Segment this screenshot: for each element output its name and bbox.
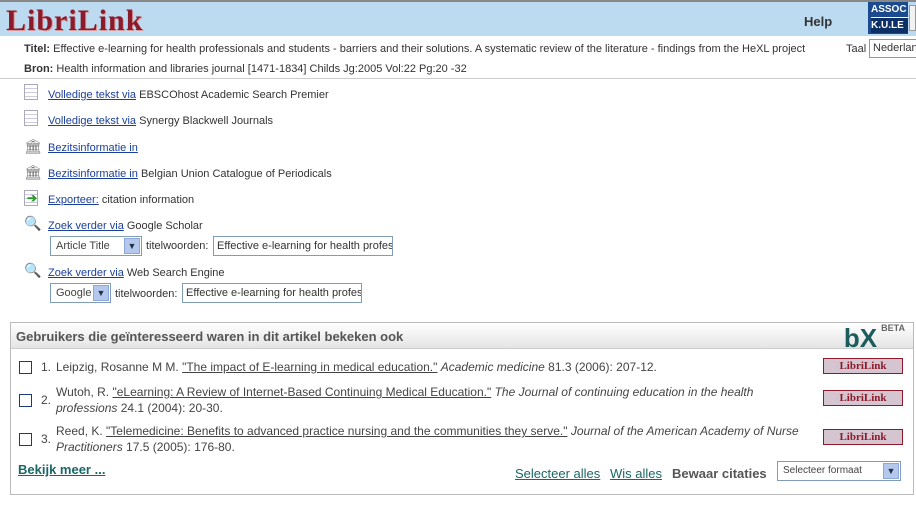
source-row: Bron: Health information and libraries j… <box>24 63 467 75</box>
engine-select-value: Google <box>56 287 92 299</box>
item-number: 2. <box>41 393 52 407</box>
citation-details: 24.1 (2004): 20-30. <box>120 401 223 415</box>
header-bar: LibriLink Help ASSOC K.U.LE <box>0 0 916 38</box>
divider <box>0 78 916 79</box>
search-link[interactable]: Zoek verder via <box>48 267 124 279</box>
holdings-belgian: Bezitsinformatie in Belgian Union Catalo… <box>48 168 332 180</box>
keywords-input[interactable]: Effective e-learning for health profes <box>182 283 362 303</box>
item-checkbox[interactable] <box>19 394 32 407</box>
keywords-label: titelwoorden: <box>115 288 178 300</box>
assoc-logo: ASSOC K.U.LE <box>868 2 908 34</box>
bx-logo-text: bX <box>843 323 878 353</box>
search-web-row: Zoek verder via Web Search Engine <box>48 267 225 279</box>
search-link[interactable]: Zoek verder via <box>48 220 124 232</box>
fulltext-link[interactable]: Volledige tekst via <box>48 115 136 127</box>
export-row: Exporteer: citation information <box>48 194 194 206</box>
chevron-down-icon: ▼ <box>93 285 109 301</box>
help-link[interactable]: Help <box>804 14 832 29</box>
holdings-link[interactable]: Bezitsinformatie in <box>48 142 138 154</box>
keywords-label: titelwoorden: <box>146 240 209 252</box>
document-icon <box>24 84 38 100</box>
author: Wutoh, R. <box>56 385 110 399</box>
field-select[interactable]: Article Title ▼ <box>50 236 142 256</box>
field-select-value: Article Title <box>56 240 110 252</box>
format-select[interactable]: Selecteer formaat ▼ <box>777 461 901 481</box>
link-target: Web Search Engine <box>126 267 225 279</box>
export-link[interactable]: Exporteer: <box>48 194 99 206</box>
show-more-link[interactable]: Bekijk meer ... <box>18 462 105 477</box>
clear-all-link[interactable]: Wis alles <box>610 466 662 481</box>
citation: Wutoh, R. "eLearning: A Review of Intern… <box>56 384 816 416</box>
citation-title-link[interactable]: "Telemedicine: Benefits to advanced prac… <box>106 424 567 438</box>
language-label: Taal <box>846 43 867 55</box>
kul-text: K.U.LE <box>871 17 908 33</box>
citation-details: 81.3 (2006): 207-12. <box>548 360 657 374</box>
citation-details: 17.5 (2005): 176-80. <box>126 440 235 454</box>
panel-title: Gebruikers die geïnteresseerd waren in d… <box>16 329 404 344</box>
fulltext-link[interactable]: Volledige tekst via <box>48 89 136 101</box>
save-citations-label: Bewaar citaties <box>672 466 767 481</box>
language-select[interactable]: Nederlands <box>869 39 916 58</box>
overflow-edge <box>909 5 916 31</box>
engine-select[interactable]: Google ▼ <box>50 283 111 303</box>
holdings-row: Bezitsinformatie in <box>48 142 138 154</box>
title-row: Titel: Effective e-learning for health p… <box>24 43 805 55</box>
citation-title-link[interactable]: "The impact of E-learning in medical edu… <box>182 360 437 374</box>
panel-heading: Gebruikers die geïnteresseerd waren in d… <box>11 323 913 353</box>
librilink-button[interactable]: LibriLink <box>823 429 903 445</box>
select-all-link[interactable]: Selecteer alles <box>515 466 600 481</box>
keywords-input[interactable]: Effective e-learning for health profes <box>213 236 393 256</box>
assoc-text: ASSOC <box>871 4 907 15</box>
holdings-link[interactable]: Bezitsinformatie in <box>48 168 138 180</box>
citation: Leipzig, Rosanne M M. "The impact of E-l… <box>56 359 816 375</box>
beta-label: BETA <box>881 323 905 333</box>
link-target: citation information <box>101 194 195 206</box>
source-label: Bron: <box>24 63 54 75</box>
link-target: Belgian Union Catalogue of Periodicals <box>140 168 332 180</box>
fulltext-synergy: Volledige tekst via Synergy Blackwell Jo… <box>48 115 273 127</box>
document-icon <box>24 110 38 126</box>
search-icon: 🔍 <box>24 215 42 231</box>
bx-logo: bX BETA <box>844 323 905 354</box>
link-target: Google Scholar <box>126 220 203 232</box>
librilink-button[interactable]: LibriLink <box>823 390 903 406</box>
author: Leipzig, Rosanne M M. <box>56 360 179 374</box>
search-scholar-row: Zoek verder via Google Scholar <box>48 220 203 232</box>
librilink-logo[interactable]: LibriLink <box>6 4 143 38</box>
item-number: 3. <box>41 432 52 446</box>
item-number: 1. <box>41 360 52 374</box>
fulltext-ebsco: Volledige tekst via EBSCOhost Academic S… <box>48 89 329 101</box>
citation: Reed, K. "Telemedicine: Benefits to adva… <box>56 423 816 455</box>
journal: Academic medicine <box>440 360 545 374</box>
recommendations-panel: Gebruikers die geïnteresseerd waren in d… <box>10 322 914 495</box>
item-checkbox[interactable] <box>19 361 32 374</box>
article-source: Health information and libraries journal… <box>56 63 467 75</box>
article-title: Effective e-learning for health professi… <box>53 43 806 55</box>
library-icon: 🏛 <box>24 164 42 180</box>
export-icon: ➔ <box>24 190 38 206</box>
item-checkbox[interactable] <box>19 433 32 446</box>
librilink-button[interactable]: LibriLink <box>823 358 903 374</box>
citation-title-link[interactable]: "eLearning: A Review of Internet-Based C… <box>112 385 491 399</box>
chevron-down-icon: ▼ <box>124 238 140 254</box>
search-icon: 🔍 <box>24 262 42 278</box>
link-target: Synergy Blackwell Journals <box>139 115 274 127</box>
title-label: Titel: <box>24 43 51 55</box>
library-icon: 🏛 <box>24 138 42 154</box>
author: Reed, K. <box>56 424 103 438</box>
link-target: EBSCOhost Academic Search Premier <box>139 89 329 101</box>
chevron-down-icon: ▼ <box>883 463 899 479</box>
format-select-value: Selecteer formaat <box>783 465 862 476</box>
